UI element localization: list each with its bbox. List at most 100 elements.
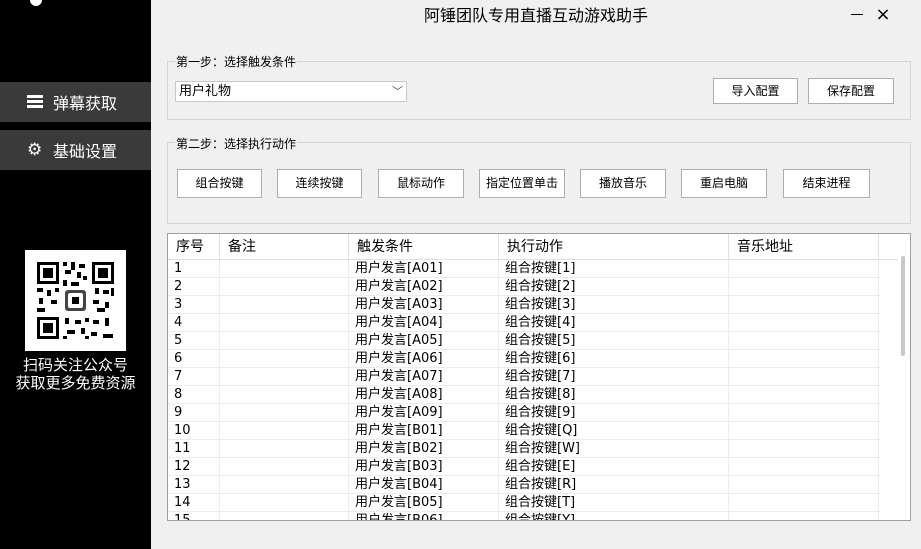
table-cell: 7 [168, 368, 220, 386]
table-cell [729, 278, 879, 296]
column-header[interactable]: 触发条件 [349, 234, 499, 260]
table-cell: 用户发言[A01] [349, 260, 499, 278]
table-cell: 用户发言[B01] [349, 422, 499, 440]
trigger-select[interactable]: 用户礼物 ﹀ [175, 81, 407, 102]
sidebar-item-label: 基础设置 [53, 142, 118, 161]
table-cell [729, 404, 879, 422]
save-config-button[interactable]: 保存配置 [808, 78, 894, 104]
table-cell [729, 494, 879, 512]
mouse-action-button[interactable]: 鼠标动作 [378, 169, 464, 198]
table-row[interactable]: 14 用户发言[B05] 组合按键[T] [168, 494, 880, 512]
column-header[interactable]: 备注 [220, 234, 349, 260]
table-cell: 14 [168, 494, 220, 512]
table-cell [220, 422, 349, 440]
import-config-button[interactable]: 导入配置 [713, 78, 798, 104]
table-cell: 组合按键[6] [499, 350, 729, 368]
table-cell: 15 [168, 512, 220, 520]
column-header[interactable]: 执行动作 [499, 234, 729, 260]
continuous-key-button[interactable]: 连续按键 [277, 169, 362, 198]
table-row[interactable]: 4 用户发言[A04] 组合按键[4] [168, 314, 880, 332]
table-cell: 用户发言[A08] [349, 386, 499, 404]
position-click-button[interactable]: 指定位置单击 [479, 169, 565, 198]
combo-key-button[interactable]: 组合按键 [177, 169, 262, 198]
table-row[interactable]: 5 用户发言[A05] 组合按键[5] [168, 332, 880, 350]
table-cell: 6 [168, 350, 220, 368]
table-cell: 4 [168, 314, 220, 332]
table-cell: 组合按键[W] [499, 440, 729, 458]
end-process-button[interactable]: 结束进程 [783, 169, 870, 198]
table-cell: 组合按键[3] [499, 296, 729, 314]
table-cell: 组合按键[4] [499, 314, 729, 332]
table-cell: 用户发言[A07] [349, 368, 499, 386]
table-cell: 用户发言[B03] [349, 458, 499, 476]
table-cell: 组合按键[Q] [499, 422, 729, 440]
table-cell [729, 386, 879, 404]
table-cell: 2 [168, 278, 220, 296]
table-cell: 用户发言[A09] [349, 404, 499, 422]
table-cell: 用户发言[B04] [349, 476, 499, 494]
qr-caption-line: 获取更多免费资源 [15, 374, 136, 392]
table-cell [220, 512, 349, 520]
table-cell [729, 476, 879, 494]
table-cell: 3 [168, 296, 220, 314]
table-cell: 用户发言[A05] [349, 332, 499, 350]
table-cell [220, 350, 349, 368]
table-cell: 用户发言[A03] [349, 296, 499, 314]
table-cell [729, 332, 879, 350]
sidebar-item-label: 弹幕获取 [53, 94, 118, 113]
table-cell: 组合按键[5] [499, 332, 729, 350]
table-cell: 组合按键[1] [499, 260, 729, 278]
sidebar-item-settings[interactable]: ⚙ 基础设置 [0, 130, 151, 170]
table-cell: 12 [168, 458, 220, 476]
table-cell: 用户发言[A02] [349, 278, 499, 296]
table-cell [729, 422, 879, 440]
table-cell [220, 260, 349, 278]
table-cell [220, 476, 349, 494]
table-row[interactable]: 6 用户发言[A06] 组合按键[6] [168, 350, 880, 368]
play-music-button[interactable]: 播放音乐 [580, 169, 666, 198]
qr-caption: 扫码关注公众号 获取更多免费资源 [0, 356, 151, 392]
table-cell [729, 440, 879, 458]
table-row[interactable]: 11 用户发言[B02] 组合按键[W] [168, 440, 880, 458]
table-cell [220, 278, 349, 296]
column-header[interactable]: 序号 [168, 234, 220, 260]
table-row[interactable]: 7 用户发言[A07] 组合按键[7] [168, 368, 880, 386]
table-cell: 组合按键[7] [499, 368, 729, 386]
app-logo-icon [30, 0, 42, 6]
table-row[interactable]: 3 用户发言[A03] 组合按键[3] [168, 296, 880, 314]
sidebar-item-danmu[interactable]: 弹幕获取 [0, 82, 151, 122]
table-cell [220, 314, 349, 332]
trigger-select-value: 用户礼物 [179, 84, 232, 99]
table-row[interactable]: 9 用户发言[A09] 组合按键[9] [168, 404, 880, 422]
table-cell [729, 314, 879, 332]
table-cell: 11 [168, 440, 220, 458]
table-cell: 13 [168, 476, 220, 494]
table-cell [729, 512, 879, 520]
table-row[interactable]: 10 用户发言[B01] 组合按键[Q] [168, 422, 880, 440]
table-cell [729, 260, 879, 278]
table-cell: 组合按键[2] [499, 278, 729, 296]
sidebar: 弹幕获取 ⚙ 基础设置 扫码关注公众号 获取更多免费资源 [0, 0, 151, 549]
list-icon [27, 94, 43, 110]
table-cell: 用户发言[B06] [349, 512, 499, 520]
table-cell: 5 [168, 332, 220, 350]
window-title: 阿锤团队专用直播互动游戏助手 [423, 6, 648, 25]
scrollbar-thumb[interactable] [901, 256, 905, 356]
close-button[interactable]: × [873, 4, 893, 26]
minimize-button[interactable] [851, 14, 863, 15]
table-row[interactable]: 15 用户发言[B06] 组合按键[Y] [168, 512, 880, 520]
table-row[interactable]: 13 用户发言[B04] 组合按键[R] [168, 476, 880, 494]
table-row[interactable]: 8 用户发言[A08] 组合按键[8] [168, 386, 880, 404]
table-cell: 组合按键[9] [499, 404, 729, 422]
table-row[interactable]: 12 用户发言[B03] 组合按键[E] [168, 458, 880, 476]
table-cell [220, 368, 349, 386]
chevron-down-icon: ﹀ [392, 85, 403, 98]
table-row[interactable]: 1 用户发言[A01] 组合按键[1] [168, 260, 880, 278]
rules-table[interactable]: 序号 备注 触发条件 执行动作 音乐地址 1 用户发言[A01] 组合按键[1] 2 用… [167, 233, 911, 521]
column-header[interactable]: 音乐地址 [729, 234, 879, 260]
restart-pc-button[interactable]: 重启电脑 [681, 169, 767, 198]
table-cell [220, 458, 349, 476]
table-cell: 用户发言[A04] [349, 314, 499, 332]
table-row[interactable]: 2 用户发言[A02] 组合按键[2] [168, 278, 880, 296]
table-cell [729, 368, 879, 386]
